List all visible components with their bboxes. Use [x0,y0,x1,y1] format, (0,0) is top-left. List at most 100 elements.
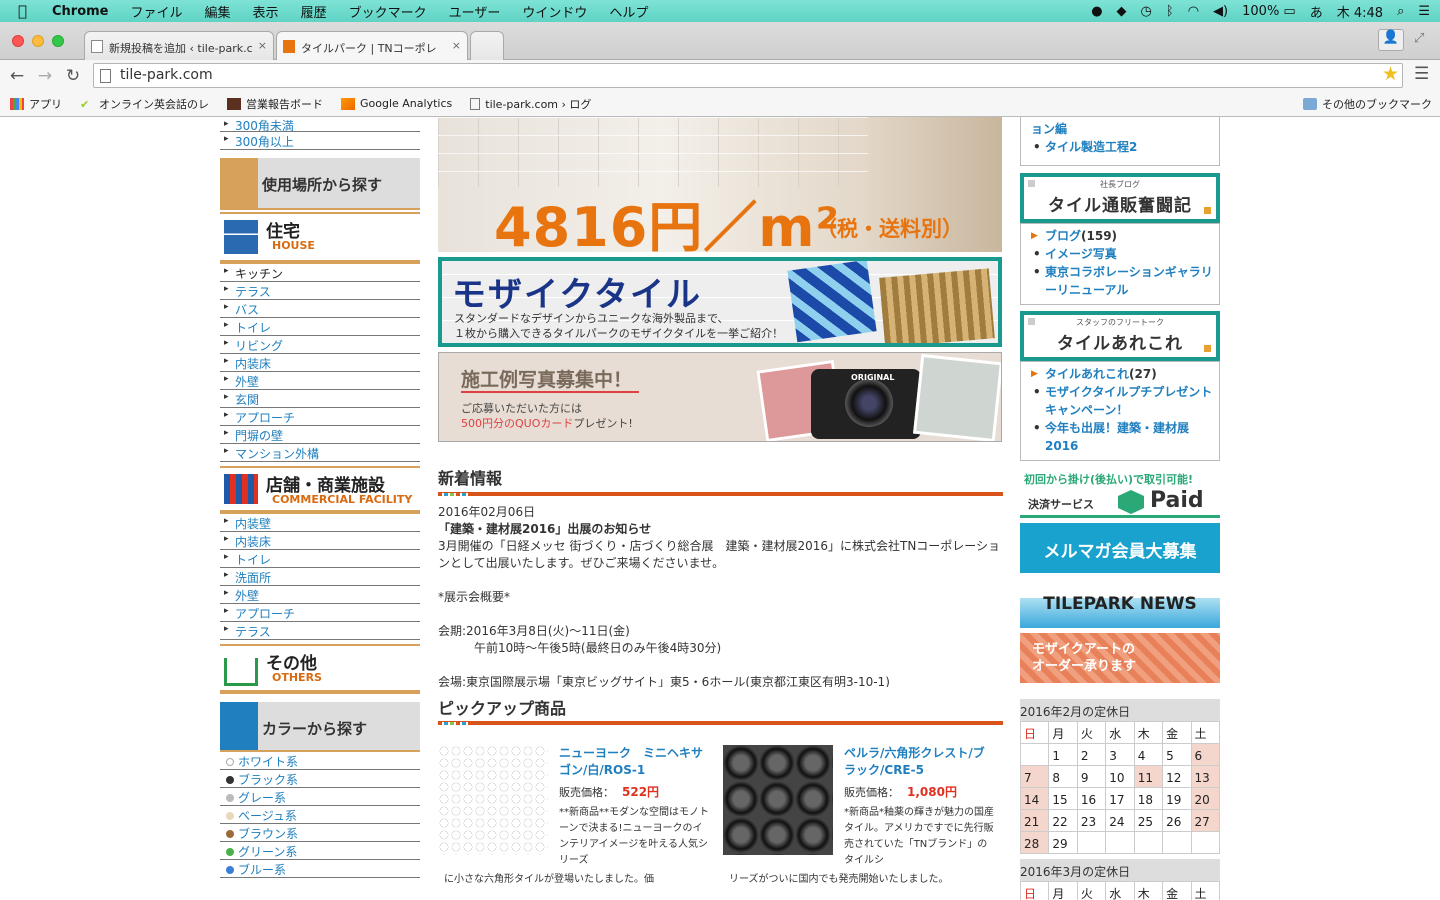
house-link-entrance[interactable]: 玄関 [220,390,420,408]
forward-icon[interactable]: → [34,66,56,86]
input-method[interactable]: あ [1310,2,1323,21]
menu-app-name[interactable]: Chrome [52,4,109,19]
menu-window[interactable]: ウインドウ [522,2,587,21]
paid-banner[interactable]: 初回から掛け(後払い)で取引可能! 決済サービス Paid [1020,468,1220,518]
spotlight-icon[interactable]: ⌕ [1397,4,1404,19]
color-link-blue[interactable]: ブルー系 [220,860,420,878]
house-link-approach[interactable]: アプローチ [220,408,420,426]
staff-post-link[interactable]: モザイクタイルプチプレゼントキャンペーン！ [1031,383,1215,419]
fullscreen-icon[interactable]: ⤢ [1414,31,1424,46]
house-link-mansion-exterior[interactable]: マンション外構 [220,444,420,462]
color-link-gray[interactable]: グレー系 [220,788,420,806]
commercial-link-floor[interactable]: 内装床 [220,532,420,550]
commercial-link-approach[interactable]: アプローチ [220,604,420,622]
bookmark-label: Google Analytics [360,97,453,110]
bluetooth-icon[interactable]: ᛒ [1166,4,1174,19]
mosaic-art-banner[interactable]: モザイクアートの オーダー承ります [1020,633,1220,683]
news-rule [438,492,1003,496]
house-link-bath[interactable]: バス [220,300,420,318]
ceo-blog-banner[interactable]: 社長ブログ タイル通販奮闘記 [1020,173,1220,223]
staff-post-link[interactable]: 今年も出展！建築・建材展2016 [1031,419,1215,455]
bookmark-other[interactable]: その他のブックマーク [1303,96,1432,112]
house-link-living[interactable]: リビング [220,336,420,354]
battery-status[interactable]: 100% ▭ [1242,4,1296,19]
hexagon-white-tile-image[interactable] [438,745,548,855]
house-link-exterior[interactable]: 外壁 [220,372,420,390]
color-link-brown[interactable]: ブラウン系 [220,824,420,842]
menu-edit[interactable]: 編集 [205,2,231,21]
minimize-window-icon[interactable] [32,35,44,47]
article-link[interactable]: ョン編 [1031,120,1215,138]
house-link-terrace[interactable]: テラス [220,282,420,300]
news-title[interactable]: 「建築・建材展2016」出展のお知らせ [438,521,1003,538]
close-tab-icon[interactable]: × [452,39,461,52]
page-icon [91,40,103,53]
menu-file[interactable]: ファイル [131,2,183,21]
close-window-icon[interactable] [12,35,24,47]
staff-talk-title: タイルあれこれ [1057,334,1183,354]
mailmag-banner[interactable]: メルマガ会員大募集 [1020,523,1220,573]
bookmark-tilepark-login[interactable]: tile-park.com › ログ [470,96,591,112]
bookmark-analytics[interactable]: Google Analytics [341,97,452,110]
zoom-window-icon[interactable] [52,35,64,47]
close-tab-icon[interactable]: × [258,39,267,52]
size-link-over-300[interactable]: 300角以上 [220,132,420,150]
bookmark-star-icon[interactable]: ★ [1382,63,1399,85]
new-tab-button[interactable] [470,31,504,60]
apple-icon[interactable]:  [18,2,38,20]
color-link-beige[interactable]: ベージュ系 [220,806,420,824]
menu-history[interactable]: 履歴 [301,2,327,21]
hexagon-black-tile-image[interactable] [723,745,833,855]
wifi-icon[interactable]: ◠ [1188,4,1199,19]
house-link-toilet[interactable]: トイレ [220,318,420,336]
notification-center-icon[interactable]: ☰ [1418,4,1430,19]
commercial-link-wall[interactable]: 内装壁 [220,514,420,532]
evernote-icon[interactable]: ● [1091,4,1102,19]
dropbox-icon[interactable]: ◆ [1117,4,1127,19]
commercial-link-toilet[interactable]: トイレ [220,550,420,568]
profile-icon[interactable]: 👤 [1378,29,1404,51]
tab-new-post[interactable]: 新規投稿を追加 ‹ tile-park.c × [84,31,274,60]
time-machine-icon[interactable]: ◷ [1141,4,1152,19]
menu-bookmarks[interactable]: ブックマーク [349,2,427,21]
commercial-link-exterior[interactable]: 外壁 [220,586,420,604]
tab-tilepark[interactable]: タイルパーク | TNコーポレ × [276,31,468,60]
color-link-black[interactable]: ブラック系 [220,770,420,788]
clock[interactable]: 木 4:48 [1337,2,1383,21]
price-banner[interactable]: 4816円／m² （税・送料別） [438,117,1002,252]
bookmark-apps[interactable]: アプリ [10,96,62,112]
volume-icon[interactable]: ◀) [1213,4,1228,19]
bookmark-english[interactable]: ✔ オンライン英会話のレ [80,96,209,112]
house-link-floor[interactable]: 内装床 [220,354,420,372]
photo-contest-banner[interactable]: 施工例写真募集中！ ご応募いただいた方には 500円分のQUOカードプレゼント!… [438,352,1002,442]
house-link-gate-wall[interactable]: 門塀の壁 [220,426,420,444]
photo-desc-line: 500円分のQUOカードプレゼント! [461,416,633,431]
blog-post-link[interactable]: イメージ写真 [1031,245,1215,263]
product-name-link[interactable]: ニューヨーク ミニヘキサゴン/白/ROS-1 [559,745,709,779]
tilepark-news-text: TILEPARK NEWS [1043,594,1197,614]
menu-user[interactable]: ユーザー [449,2,501,21]
size-link-under-300[interactable]: 300角未満 [220,117,420,133]
menu-help[interactable]: ヘルプ [609,2,648,21]
calendar-day: 6 [1190,743,1221,766]
bookmark-sales-board[interactable]: 営業報告ボード [227,96,323,112]
house-link-kitchen[interactable]: キッチン [220,264,420,282]
blog-category-link[interactable]: ブログ(159) [1031,227,1215,245]
address-bar[interactable]: tile-park.com [93,63,1403,88]
back-icon[interactable]: ← [6,66,28,86]
menu-view[interactable]: 表示 [253,2,279,21]
staff-category-link[interactable]: タイルあれこれ(27) [1031,365,1215,383]
product-name-link[interactable]: ペルラ/六角形クレスト/ブラック/CRE-5 [844,745,994,779]
commercial-link-washroom[interactable]: 洗面所 [220,568,420,586]
color-link-green[interactable]: グリーン系 [220,842,420,860]
chrome-menu-icon[interactable]: ☰ [1414,64,1429,84]
staff-talk-banner[interactable]: スタッフのフリートーク タイルあれこれ [1020,311,1220,361]
color-link-white[interactable]: ホワイト系 [220,752,420,770]
news-paragraph: 3月開催の「日経メッセ 街づくり・店づくり総合展 建築・建材展2016」に株式会… [438,539,1001,570]
mosaic-tile-banner[interactable]: モザイクタイル スタンダードなデザインからユニークな海外製品まで、 １枚から購入… [438,257,1002,347]
article-link[interactable]: タイル製造工程2 [1031,138,1215,156]
blog-post-link[interactable]: 東京コラボレーションギャラリーリニューアル [1031,263,1215,299]
reload-icon[interactable]: ↻ [62,66,84,86]
commercial-link-terrace[interactable]: テラス [220,622,420,640]
tilepark-news-banner[interactable]: TILEPARK NEWS [1020,578,1220,628]
